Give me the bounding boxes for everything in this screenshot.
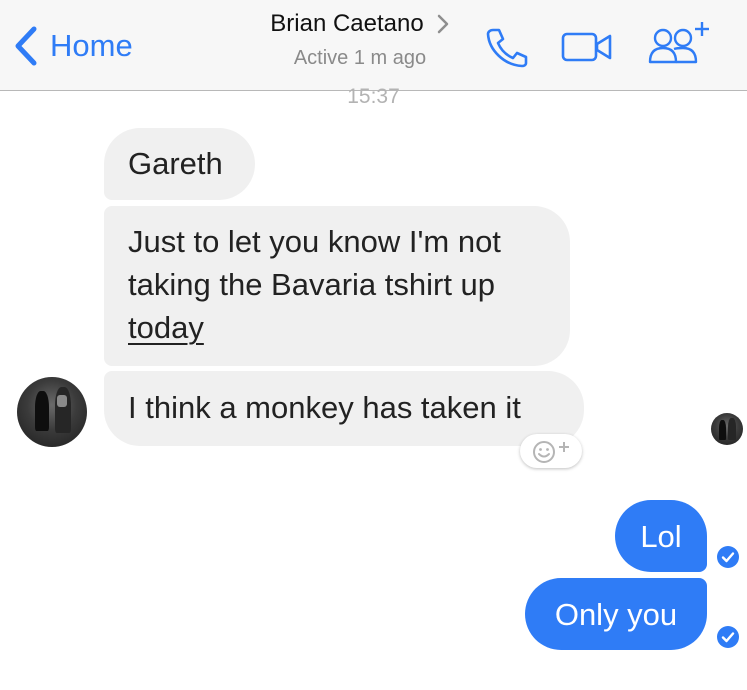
add-people-icon <box>648 22 709 64</box>
contact-title-block[interactable]: Brian Caetano Active 1 m ago <box>230 10 490 70</box>
message-link-text[interactable]: today <box>128 310 204 345</box>
chevron-left-icon <box>15 26 37 66</box>
message-text: Lol <box>640 519 682 554</box>
check-icon <box>721 632 735 643</box>
sender-avatar[interactable] <box>17 377 87 447</box>
phone-icon <box>486 28 528 68</box>
message-line: taking the Bavaria tshirt up <box>128 267 496 302</box>
incoming-message-bubble[interactable]: I think a monkey has taken it <box>104 371 584 446</box>
outgoing-message-bubble[interactable]: Lol <box>615 500 707 572</box>
video-call-button[interactable] <box>561 31 613 63</box>
contact-name-row[interactable]: Brian Caetano <box>230 10 490 38</box>
message-timestamp: 15:37 <box>347 85 400 108</box>
message-line: Just to let you know I'm not <box>128 224 501 259</box>
video-camera-icon <box>561 32 612 62</box>
back-button[interactable]: Home <box>12 24 133 68</box>
add-reaction-button[interactable] <box>520 434 582 468</box>
call-button[interactable] <box>484 26 530 68</box>
contact-name: Brian Caetano <box>270 10 424 37</box>
outgoing-message-bubble[interactable]: Only you <box>525 578 707 650</box>
conversation-header: Home Brian Caetano Active 1 m ago <box>0 0 747 91</box>
back-label: Home <box>50 28 133 63</box>
incoming-message-bubble[interactable]: Gareth <box>104 128 255 200</box>
delivered-indicator <box>717 626 739 648</box>
message-line: I think a monkey has taken it <box>128 390 521 425</box>
delivered-indicator <box>717 546 739 568</box>
add-reaction-icon <box>533 441 569 463</box>
check-icon <box>721 552 735 563</box>
message-text: Only you <box>554 597 678 632</box>
incoming-message-bubble[interactable]: Just to let you know I'm not taking the … <box>104 206 570 366</box>
message-line: Gareth <box>128 146 223 181</box>
add-people-button[interactable] <box>646 18 716 68</box>
active-status: Active 1 m ago <box>293 47 427 69</box>
chevron-right-icon <box>437 14 448 34</box>
read-receipt-avatar <box>711 413 743 445</box>
